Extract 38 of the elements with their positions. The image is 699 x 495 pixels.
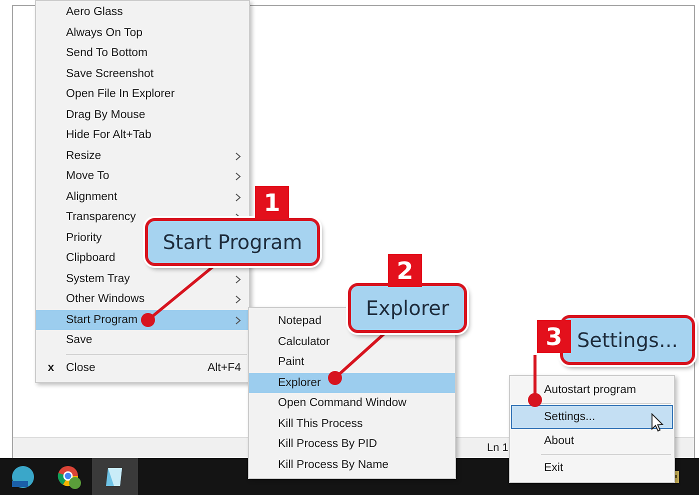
status-text: Ln 1 [487,442,508,454]
menu-item[interactable]: Aero Glass [36,2,249,22]
menu-item[interactable]: Save [36,330,249,350]
menu-item[interactable]: Exit [511,456,673,480]
callout-tooltip: Explorer [348,283,467,333]
step-number: 2 [388,254,422,287]
menu-item[interactable]: Paint [249,352,455,372]
menu-item[interactable]: Always On Top [36,22,249,43]
globe-icon [10,464,36,490]
menu-item[interactable]: Open Command Window [249,393,455,414]
menu-item[interactable]: About [511,429,673,453]
menu-item[interactable]: Autostart program [511,378,673,402]
mouse-cursor-icon [651,413,665,433]
menu-item[interactable]: Save Screenshot [36,64,249,84]
menu-item[interactable]: Kill Process By PID [249,434,455,454]
callout-tooltip: Settings... [560,315,695,365]
menu-item[interactable]: Open File In Explorer [36,84,249,104]
browser-icon [56,464,82,490]
step-number: 1 [255,186,289,219]
menu-item[interactable]: Drag By Mouse [36,104,249,125]
menu-item[interactable]: Send To Bottom [36,43,249,64]
menu-item[interactable]: Settings... [511,405,673,429]
menu-item[interactable]: Kill This Process [249,414,455,434]
menu-item[interactable]: Explorer [249,372,455,393]
menu-item[interactable]: Hide For Alt+Tab [36,125,249,146]
menu-item[interactable]: Move To [36,166,249,186]
menu-item[interactable]: System Tray [36,268,249,289]
menu-item[interactable]: Start Program [36,310,249,330]
menu-item[interactable]: Kill Process By Name [249,454,455,475]
leader-line [528,355,542,407]
taskbar-app-button[interactable] [92,458,138,495]
step-number: 3 [537,320,571,353]
menu-item[interactable]: Calculator [249,332,455,352]
callout-tooltip: Start Program [145,218,320,266]
menu-item[interactable]: x Close Alt+F4 [36,358,249,378]
menu-item[interactable]: Other Windows [36,289,249,310]
menu-item[interactable]: Resize [36,146,249,166]
menu-item[interactable]: Alignment [36,186,249,207]
